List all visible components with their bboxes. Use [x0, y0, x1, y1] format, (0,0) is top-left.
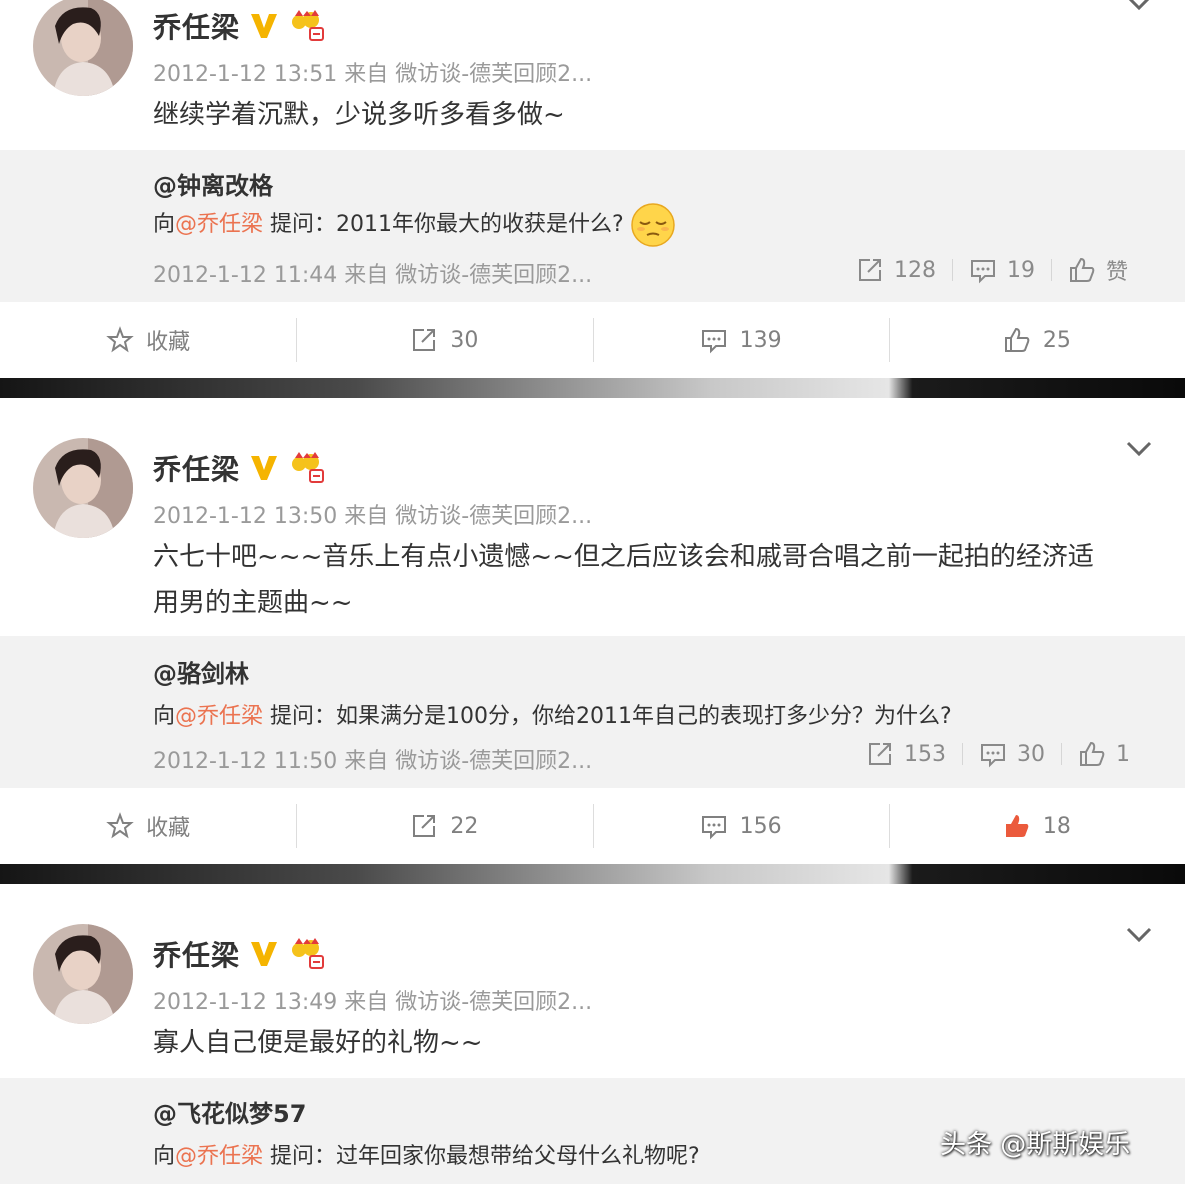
- favorite-label: 收藏: [146, 330, 191, 355]
- post-content-line: 用男的主题曲~~: [153, 588, 353, 618]
- like-icon: [1004, 327, 1030, 352]
- quoted-text: 向@乔任梁 提问：过年回家你最想带给父母什么礼物呢?: [153, 1138, 700, 1170]
- like-count: 18: [1042, 813, 1071, 839]
- quoted-repost-count: 153: [904, 741, 946, 767]
- weibo-post-2: 乔任梁 2012-1-12 13:50 来自 微访谈-德芙回顾2... 六七十吧…: [0, 398, 1185, 636]
- comment-count: 139: [739, 327, 782, 353]
- mention-link[interactable]: @乔任梁: [175, 704, 263, 729]
- quoted-question: 提问：2011年你最大的收获是什么?: [263, 212, 624, 237]
- quoted-prefix: 向: [153, 212, 176, 237]
- watermark: 头条 @斯斯娱乐: [940, 1130, 1131, 1160]
- repost-icon: [859, 259, 881, 281]
- like-icon: [1080, 741, 1105, 766]
- avatar[interactable]: [33, 924, 133, 1024]
- quoted-comment[interactable]: 19: [953, 256, 1051, 284]
- star-icon: [106, 812, 134, 839]
- quoted-question: 提问：过年回家你最想带给父母什么礼物呢?: [263, 1144, 700, 1169]
- vip-crown-icon: [292, 938, 324, 969]
- post-content-line: 六七十吧~~~音乐上有点小遗憾~~但之后应该会和戚哥合唱之前一起拍的经济适: [153, 542, 1094, 572]
- vip-crown-icon: [292, 10, 324, 41]
- action-bar-2: 收藏 22 156 18: [0, 788, 1185, 864]
- comment-icon: [971, 260, 995, 284]
- quoted-user[interactable]: @飞花似梦57: [153, 1094, 306, 1129]
- quoted-comment-count: 30: [1017, 741, 1045, 767]
- screenshot-seam: [0, 864, 1185, 884]
- post-meta: 2012-1-12 13:49 来自 微访谈-德芙回顾2...: [153, 990, 593, 1015]
- quoted-user[interactable]: @骆剑林: [153, 654, 249, 689]
- post-content: 继续学着沉默，少说多听多看多做~: [153, 100, 565, 130]
- quoted-comment[interactable]: 30: [963, 740, 1061, 768]
- repost-button[interactable]: 22: [296, 788, 592, 864]
- quoted-repost-count: 128: [894, 257, 936, 283]
- like-button-active[interactable]: 18: [888, 788, 1185, 864]
- action-bar-1: 收藏 30 139 25: [0, 302, 1185, 378]
- post-meta: 2012-1-12 13:51 来自 微访谈-德芙回顾2...: [153, 62, 593, 87]
- quoted-question: 提问：如果满分是100分，你给2011年自己的表现打多少分？为什么?: [263, 704, 952, 729]
- chevron-down-icon[interactable]: [1125, 0, 1153, 12]
- repost-icon: [869, 743, 891, 765]
- like-count: 25: [1042, 327, 1071, 353]
- vip-crown-icon: [292, 452, 324, 483]
- repost-count: 22: [450, 813, 479, 839]
- comment-button[interactable]: 139: [592, 302, 889, 378]
- avatar[interactable]: [33, 438, 133, 538]
- star-icon: [106, 326, 134, 353]
- mention-link[interactable]: @乔任梁: [175, 1144, 263, 1169]
- quoted-like[interactable]: 1: [1062, 740, 1146, 768]
- quoted-post-2[interactable]: @骆剑林 向@乔任梁 提问：如果满分是100分，你给2011年自己的表现打多少分…: [0, 636, 1185, 788]
- quoted-prefix: 向: [153, 1144, 176, 1169]
- quoted-like[interactable]: 赞: [1052, 254, 1144, 286]
- comment-icon: [701, 330, 726, 354]
- quoted-stats: 128 19 赞: [840, 254, 1144, 286]
- favorite-button[interactable]: 收藏: [0, 302, 296, 378]
- author-name[interactable]: 乔任梁: [153, 6, 240, 46]
- quoted-text: 向@乔任梁 提问：如果满分是100分，你给2011年自己的表现打多少分？为什么?: [153, 698, 952, 730]
- comment-button[interactable]: 156: [592, 788, 889, 864]
- verified-v-icon: [251, 456, 277, 480]
- mention-link[interactable]: @乔任梁: [175, 212, 263, 237]
- author-name[interactable]: 乔任梁: [153, 934, 240, 974]
- repost-icon: [413, 815, 436, 837]
- quoted-like-count: 1: [1116, 741, 1130, 767]
- favorite-label: 收藏: [146, 816, 191, 841]
- weibo-post-1: 乔任梁 2012-1-12 13:51 来自 微访谈-德芙回顾2... 继续学着…: [0, 0, 1185, 150]
- post-content: 寡人自己便是最好的礼物~~: [153, 1028, 483, 1058]
- author-name[interactable]: 乔任梁: [153, 448, 240, 488]
- verified-v-icon: [251, 942, 277, 966]
- weibo-post-3: 乔任梁 2012-1-12 13:49 来自 微访谈-德芙回顾2... 寡人自己…: [0, 884, 1185, 1078]
- favorite-button[interactable]: 收藏: [0, 788, 296, 864]
- verified-v-icon: [251, 14, 277, 38]
- quoted-like-label: 赞: [1106, 260, 1129, 285]
- quoted-stats: 153 30 1: [850, 740, 1146, 768]
- quoted-comment-count: 19: [1007, 257, 1035, 283]
- comment-count: 156: [739, 813, 782, 839]
- avatar[interactable]: [33, 0, 133, 96]
- quoted-repost[interactable]: 128: [840, 256, 952, 284]
- quoted-meta: 2012-1-12 11:50 来自 微访谈-德芙回顾2...: [153, 749, 593, 774]
- comment-icon: [701, 816, 726, 840]
- quoted-post-1[interactable]: @钟离改格 向@乔任梁 提问：2011年你最大的收获是什么? 2012-1-12…: [0, 150, 1185, 302]
- chevron-down-icon[interactable]: [1125, 926, 1153, 944]
- post-content: 六七十吧~~~音乐上有点小遗憾~~但之后应该会和戚哥合唱之前一起拍的经济适 用男…: [153, 534, 1153, 626]
- quoted-user[interactable]: @钟离改格: [153, 166, 273, 201]
- post-meta: 2012-1-12 13:50 来自 微访谈-德芙回顾2...: [153, 504, 593, 529]
- repost-button[interactable]: 30: [296, 302, 592, 378]
- comment-icon: [981, 744, 1005, 768]
- quoted-text: 向@乔任梁 提问：2011年你最大的收获是什么?: [153, 202, 676, 248]
- quoted-meta: 2012-1-12 11:44 来自 微访谈-德芙回顾2...: [153, 263, 593, 288]
- repost-icon: [413, 329, 436, 351]
- chevron-down-icon[interactable]: [1125, 440, 1153, 458]
- like-button[interactable]: 25: [888, 302, 1185, 378]
- like-icon: [1070, 257, 1095, 282]
- quoted-repost[interactable]: 153: [850, 740, 962, 768]
- pensive-emoji-icon: [630, 203, 675, 247]
- screenshot-seam: [0, 378, 1185, 398]
- like-icon: [1005, 815, 1029, 837]
- repost-count: 30: [450, 327, 479, 353]
- quoted-prefix: 向: [153, 704, 176, 729]
